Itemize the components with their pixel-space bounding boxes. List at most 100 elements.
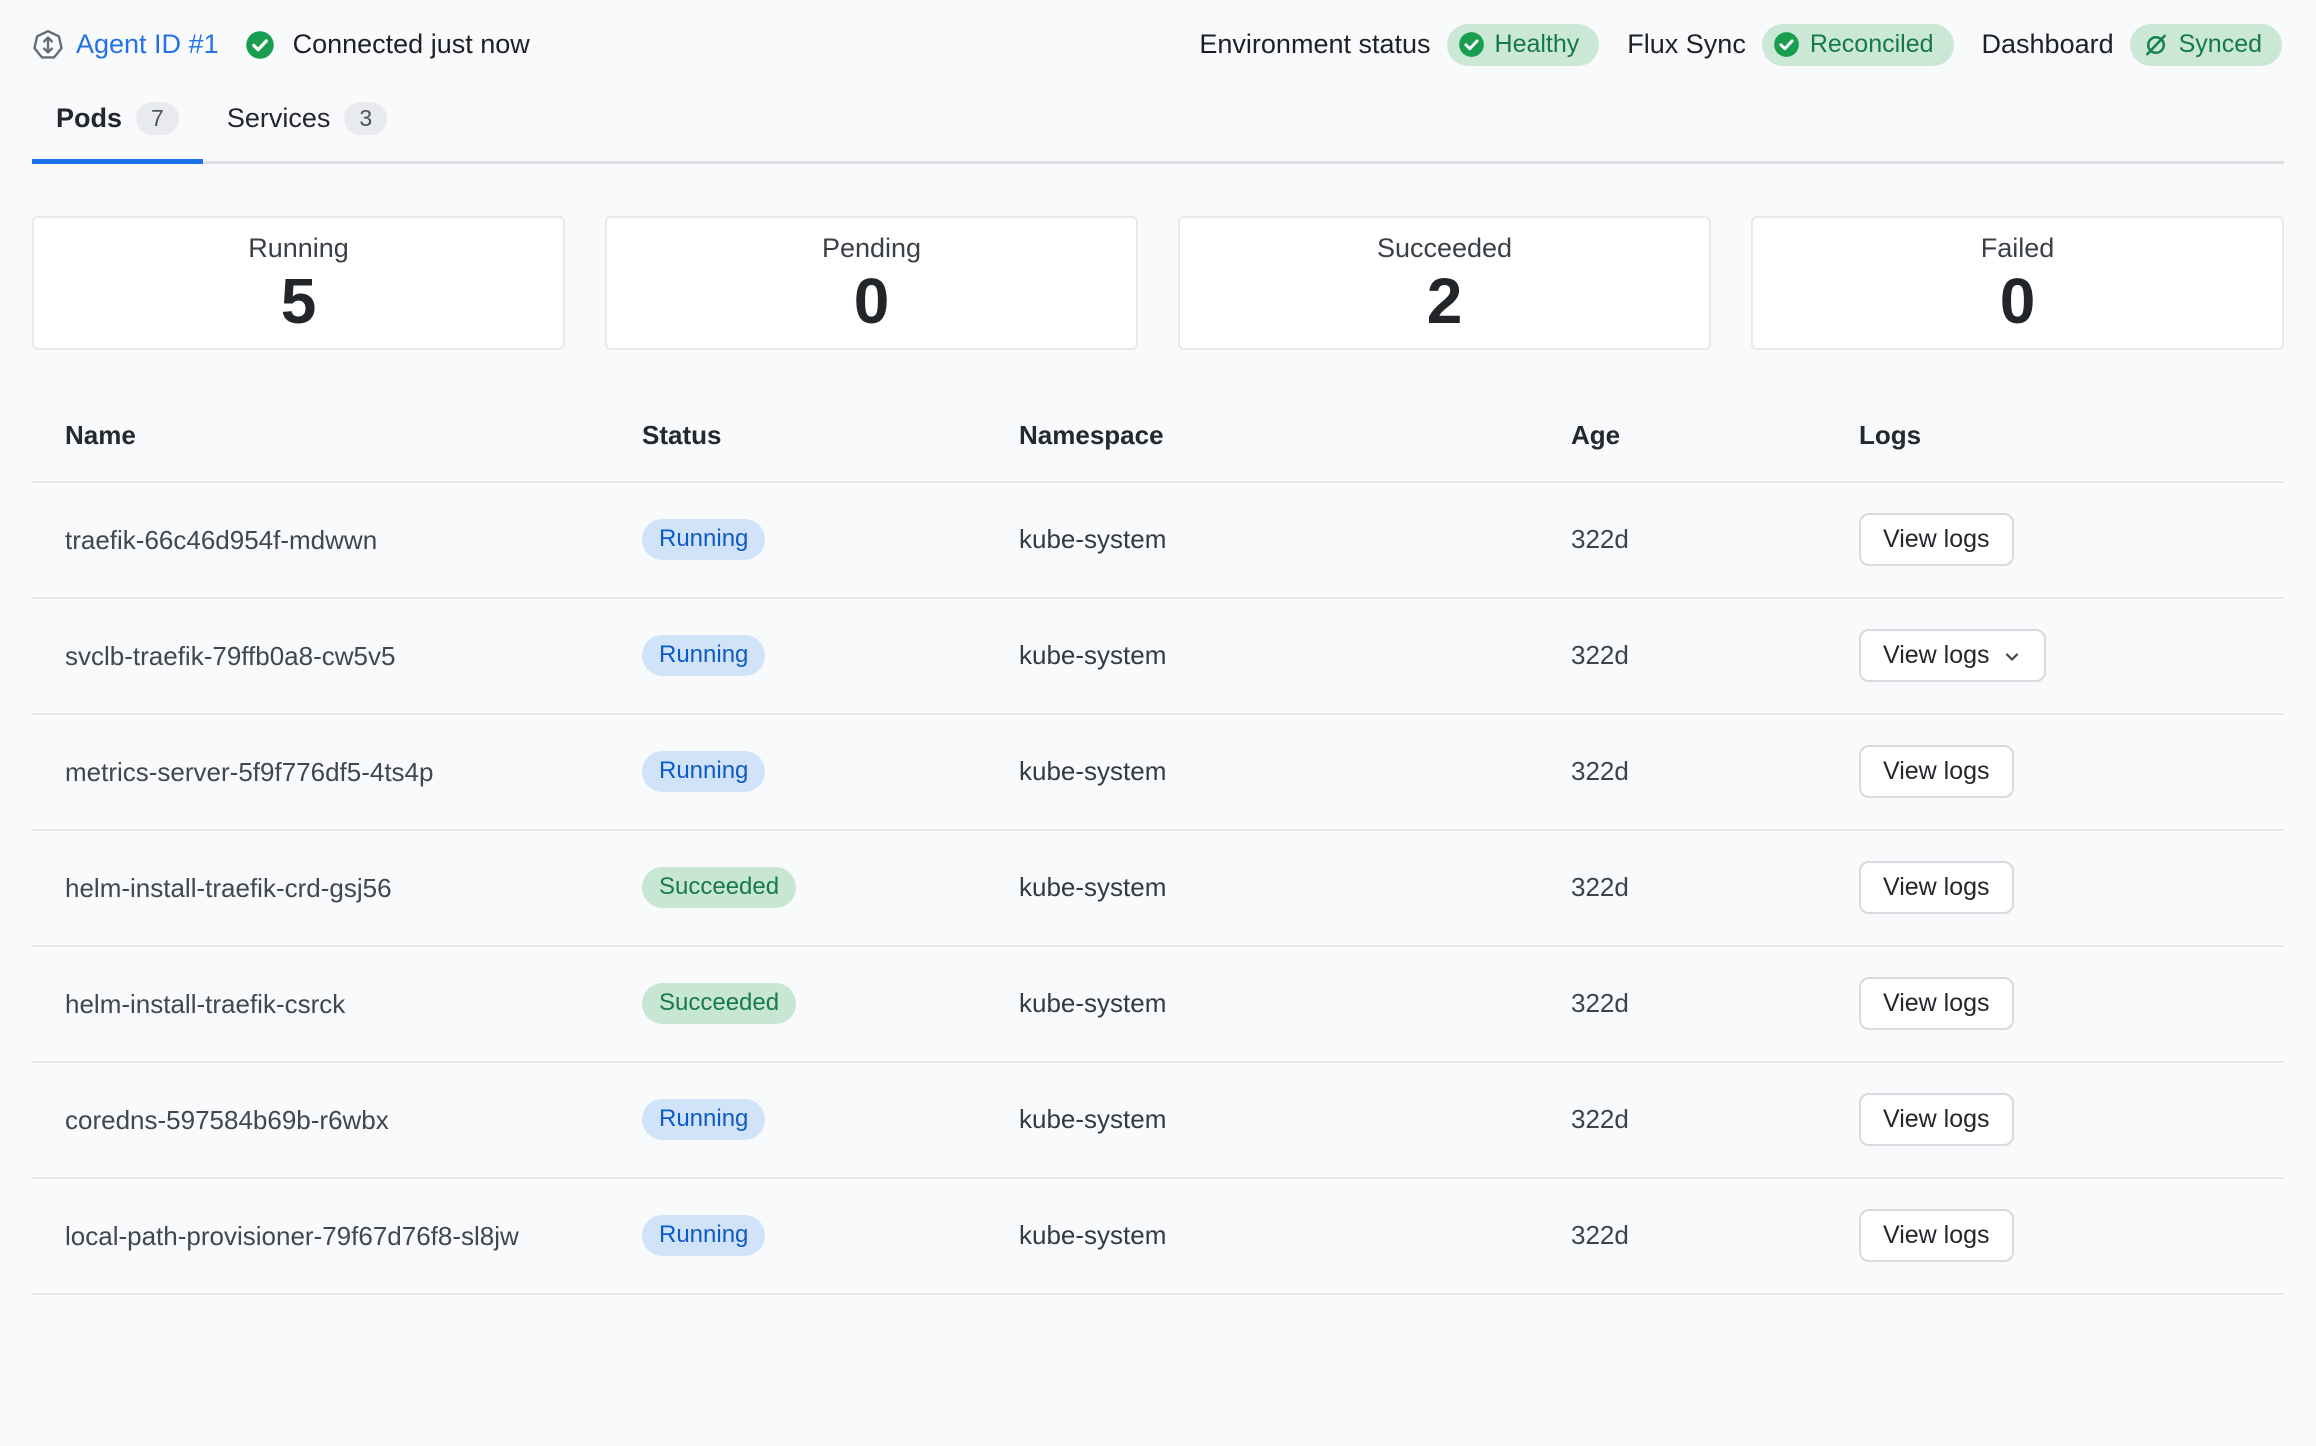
- environment-status-badge: Healthy: [1447, 24, 1600, 66]
- status-badge: Succeeded: [642, 867, 796, 908]
- table-row: helm-install-traefik-crd-gsj56 Succeeded…: [32, 831, 2284, 947]
- pod-age: 322d: [1571, 988, 1859, 1019]
- table-row: coredns-597584b69b-r6wbx Running kube-sy…: [32, 1063, 2284, 1179]
- pods-table: Name Status Namespace Age Logs traefik-6…: [32, 350, 2284, 1295]
- tab-pods-label: Pods: [56, 103, 122, 134]
- view-logs-button[interactable]: View logs: [1859, 1093, 2014, 1146]
- pod-age: 322d: [1571, 1104, 1859, 1135]
- pod-name: helm-install-traefik-csrck: [32, 987, 642, 1021]
- connection-status-text: Connected just now: [293, 29, 530, 60]
- pod-age: 322d: [1571, 1220, 1859, 1251]
- table-row: svclb-traefik-79ffb0a8-cw5v5 Running kub…: [32, 599, 2284, 715]
- stat-value: 0: [2000, 268, 2036, 335]
- flux-sync-value: Reconciled: [1810, 31, 1934, 59]
- check-circle-icon: [1458, 31, 1485, 58]
- pod-namespace: kube-system: [1019, 756, 1571, 787]
- pod-status-summary: Running 5 Pending 0 Succeeded 2 Failed 0: [32, 216, 2284, 350]
- view-logs-button[interactable]: View logs: [1859, 745, 2014, 798]
- status-badge: Running: [642, 635, 765, 676]
- view-logs-button[interactable]: View logs: [1859, 861, 2014, 914]
- view-logs-button[interactable]: View logs: [1859, 513, 2014, 566]
- view-logs-label: View logs: [1883, 525, 1990, 554]
- dashboard-label: Dashboard: [1982, 29, 2114, 60]
- table-row: metrics-server-5f9f776df5-4ts4p Running …: [32, 715, 2284, 831]
- pod-status-cell: Running: [642, 751, 1019, 792]
- view-logs-label: View logs: [1883, 1105, 1990, 1134]
- pod-status-cell: Running: [642, 1099, 1019, 1140]
- view-logs-button[interactable]: View logs: [1859, 1209, 2014, 1262]
- agent-status-group: Agent ID #1 Connected just now: [32, 29, 530, 61]
- pod-name: local-path-provisioner-79f67d76f8-sl8jw: [32, 1219, 642, 1253]
- tab-services[interactable]: Services 3: [203, 102, 411, 161]
- tab-bar: Pods 7 Services 3: [32, 102, 2284, 164]
- flux-sync-badge: Reconciled: [1762, 24, 1954, 66]
- flux-sync-pair: Flux Sync Reconciled: [1627, 24, 1953, 66]
- pod-status-cell: Running: [642, 519, 1019, 560]
- stat-label: Running: [248, 233, 349, 264]
- pod-age: 322d: [1571, 756, 1859, 787]
- view-logs-button[interactable]: View logs: [1859, 629, 2046, 682]
- pod-namespace: kube-system: [1019, 872, 1571, 903]
- pod-name: coredns-597584b69b-r6wbx: [32, 1103, 642, 1137]
- stat-card-pending: Pending 0: [605, 216, 1138, 350]
- view-logs-button[interactable]: View logs: [1859, 977, 2014, 1030]
- stat-value: 5: [281, 268, 317, 335]
- environment-status-label: Environment status: [1199, 29, 1430, 60]
- dashboard-sync-value: Synced: [2179, 31, 2262, 59]
- stat-label: Succeeded: [1377, 233, 1512, 264]
- tab-pods-count-badge: 7: [136, 102, 179, 135]
- pod-status-cell: Succeeded: [642, 983, 1019, 1024]
- table-header-row: Name Status Namespace Age Logs: [32, 350, 2284, 483]
- pod-logs-cell: View logs: [1859, 977, 2284, 1030]
- pod-name: traefik-66c46d954f-mdwwn: [32, 523, 642, 557]
- agent-id-link[interactable]: Agent ID #1: [76, 29, 219, 60]
- environment-status-value: Healthy: [1495, 31, 1580, 59]
- stat-value: 2: [1427, 268, 1463, 335]
- column-header-status: Status: [642, 420, 1019, 481]
- environment-status-pair: Environment status Healthy: [1199, 24, 1599, 66]
- pod-logs-cell: View logs: [1859, 629, 2284, 682]
- pod-status-cell: Succeeded: [642, 867, 1019, 908]
- table-body: traefik-66c46d954f-mdwwn Running kube-sy…: [32, 483, 2284, 1295]
- pod-logs-cell: View logs: [1859, 513, 2284, 566]
- tab-services-label: Services: [227, 103, 331, 134]
- table-row: traefik-66c46d954f-mdwwn Running kube-sy…: [32, 483, 2284, 599]
- tab-services-count-badge: 3: [344, 102, 387, 135]
- pod-name: svclb-traefik-79ffb0a8-cw5v5: [32, 639, 642, 673]
- view-logs-label: View logs: [1883, 989, 1990, 1018]
- sync-slash-circle-icon: [2143, 32, 2169, 58]
- pod-namespace: kube-system: [1019, 1220, 1571, 1251]
- check-circle-icon: [1773, 31, 1800, 58]
- stat-card-running: Running 5: [32, 216, 565, 350]
- agent-hexagon-arrows-icon: [32, 29, 64, 61]
- status-badge: Running: [642, 751, 765, 792]
- stat-label: Pending: [822, 233, 921, 264]
- status-badge: Succeeded: [642, 983, 796, 1024]
- stat-card-failed: Failed 0: [1751, 216, 2284, 350]
- view-logs-label: View logs: [1883, 641, 1990, 670]
- view-logs-label: View logs: [1883, 873, 1990, 902]
- stat-label: Failed: [1981, 233, 2055, 264]
- status-badge: Running: [642, 519, 765, 560]
- pod-namespace: kube-system: [1019, 1104, 1571, 1135]
- status-badge: Running: [642, 1215, 765, 1256]
- pod-name: metrics-server-5f9f776df5-4ts4p: [32, 755, 642, 789]
- stat-card-succeeded: Succeeded 2: [1178, 216, 1711, 350]
- environment-badges-group: Environment status Healthy Flux Sync: [1199, 24, 2282, 66]
- column-header-namespace: Namespace: [1019, 420, 1571, 481]
- pod-age: 322d: [1571, 872, 1859, 903]
- tab-pods[interactable]: Pods 7: [32, 102, 203, 161]
- pod-namespace: kube-system: [1019, 524, 1571, 555]
- pod-age: 322d: [1571, 524, 1859, 555]
- pod-status-cell: Running: [642, 635, 1019, 676]
- column-header-logs: Logs: [1859, 420, 2284, 481]
- check-circle-icon: [245, 30, 275, 60]
- pod-namespace: kube-system: [1019, 640, 1571, 671]
- top-bar: Agent ID #1 Connected just now Environme…: [0, 0, 2316, 66]
- view-logs-label: View logs: [1883, 1221, 1990, 1250]
- dashboard-pair: Dashboard Synced: [1982, 24, 2282, 66]
- pod-age: 322d: [1571, 640, 1859, 671]
- stat-value: 0: [854, 268, 890, 335]
- chevron-down-icon: [2002, 647, 2022, 667]
- flux-sync-label: Flux Sync: [1627, 29, 1746, 60]
